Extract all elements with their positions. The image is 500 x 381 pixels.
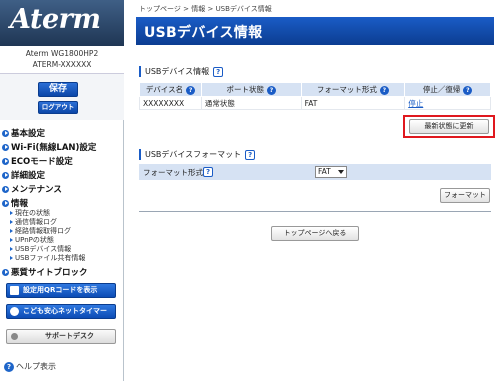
- sub-usb-file-share[interactable]: USBファイル共有情報: [10, 253, 85, 263]
- arrow-icon: [10, 237, 13, 242]
- nav-bullet-icon: [2, 157, 9, 165]
- support-desk-button[interactable]: サポートデスク: [6, 329, 116, 344]
- arrow-icon: [10, 228, 13, 233]
- save-area: 保存 ログアウト: [0, 74, 124, 120]
- arrow-icon: [10, 246, 13, 251]
- format-type-select[interactable]: FAT: [315, 166, 347, 178]
- column-header: フォーマット形式?: [300, 82, 406, 97]
- nav-bullet-icon: [2, 143, 9, 151]
- aterm-logo: Aterm: [10, 4, 101, 35]
- kids-timer-button[interactable]: こども安心ネットタイマー: [6, 304, 116, 319]
- device-id: ATERM-XXXXXX: [32, 60, 92, 69]
- sidebar: Aterm Aterm WG1800HP2 ATERM-XXXXXX 保存 ログ…: [0, 0, 124, 381]
- help-icon: ?: [4, 362, 14, 372]
- stop-link[interactable]: 停止: [408, 99, 423, 108]
- help-icon[interactable]: ?: [203, 167, 213, 177]
- back-to-top-button[interactable]: トップページへ戻る: [271, 226, 359, 241]
- nav-malicious-site-block[interactable]: 悪質サイトブロック: [2, 266, 88, 278]
- column-header: ポート状態?: [200, 82, 302, 97]
- help-icon[interactable]: ?: [379, 86, 389, 95]
- nav-eco-mode[interactable]: ECOモード設定: [2, 155, 73, 167]
- arrow-icon: [10, 219, 13, 224]
- nav-bullet-icon: [2, 199, 9, 207]
- device-name-cell: XXXXXXXX: [139, 96, 202, 110]
- port-status-cell: 通常状態: [200, 96, 302, 110]
- help-icon[interactable]: ?: [186, 86, 196, 95]
- help-icon[interactable]: ?: [245, 150, 256, 160]
- format-type-label: フォーマット形式: [143, 168, 203, 177]
- logout-button[interactable]: ログアウト: [38, 101, 78, 114]
- nav-wifi-settings[interactable]: Wi-Fi(無線LAN)設定: [2, 141, 96, 153]
- nav-basic-settings[interactable]: 基本設定: [2, 127, 45, 139]
- support-icon: [11, 333, 18, 340]
- usb-info-heading: USBデバイス情報?: [139, 66, 224, 77]
- help-icon[interactable]: ?: [463, 86, 473, 95]
- nav-advanced-settings[interactable]: 詳細設定: [2, 169, 45, 181]
- action-cell: 停止: [404, 96, 491, 110]
- qr-code-button[interactable]: 設定用QRコードを表示: [6, 283, 116, 298]
- logo-area: Aterm: [0, 0, 124, 46]
- help-icon[interactable]: ?: [267, 86, 276, 95]
- timer-icon: [10, 307, 19, 316]
- usb-device-table: デバイス名? ポート状態? フォーマット形式? 停止／復帰? XXXXXXXX …: [139, 82, 491, 110]
- save-button[interactable]: 保存: [38, 82, 78, 97]
- format-button[interactable]: フォーマット: [440, 188, 490, 203]
- nav-bullet-icon: [2, 268, 9, 276]
- chevron-down-icon: [338, 170, 344, 174]
- table-header-row: デバイス名? ポート状態? フォーマット形式? 停止／復帰?: [139, 82, 491, 97]
- arrow-icon: [10, 255, 13, 260]
- column-header: 停止／復帰?: [404, 82, 491, 97]
- page-title: USBデバイス情報: [144, 25, 263, 41]
- help-link[interactable]: ? ヘルプ表示: [4, 361, 56, 372]
- nav-bullet-icon: [2, 129, 9, 137]
- refresh-status-button[interactable]: 最新状態に更新: [409, 119, 489, 134]
- usb-format-heading: USBデバイスフォーマット?: [139, 149, 256, 160]
- nav-bullet-icon: [2, 185, 9, 193]
- divider: [139, 211, 491, 212]
- format-row: フォーマット形式 ? FAT: [139, 164, 491, 180]
- title-bar: USBデバイス情報: [136, 17, 494, 45]
- breadcrumb: トップページ > 情報 > USBデバイス情報: [139, 5, 272, 13]
- qr-code-icon: [10, 286, 19, 295]
- column-header: デバイス名?: [139, 82, 202, 97]
- nav-bullet-icon: [2, 171, 9, 179]
- breadcrumb-top[interactable]: トップページ: [139, 5, 181, 13]
- arrow-icon: [10, 210, 13, 215]
- table-row: XXXXXXXX 通常状態 FAT 停止: [139, 96, 491, 110]
- device-info: Aterm WG1800HP2 ATERM-XXXXXX: [0, 46, 124, 74]
- format-cell: FAT: [300, 96, 406, 110]
- nav-maintenance[interactable]: メンテナンス: [2, 183, 62, 195]
- device-model: Aterm WG1800HP2: [25, 49, 99, 58]
- breadcrumb-info[interactable]: 情報: [191, 5, 205, 13]
- breadcrumb-current: USBデバイス情報: [215, 5, 272, 13]
- help-icon[interactable]: ?: [213, 67, 224, 77]
